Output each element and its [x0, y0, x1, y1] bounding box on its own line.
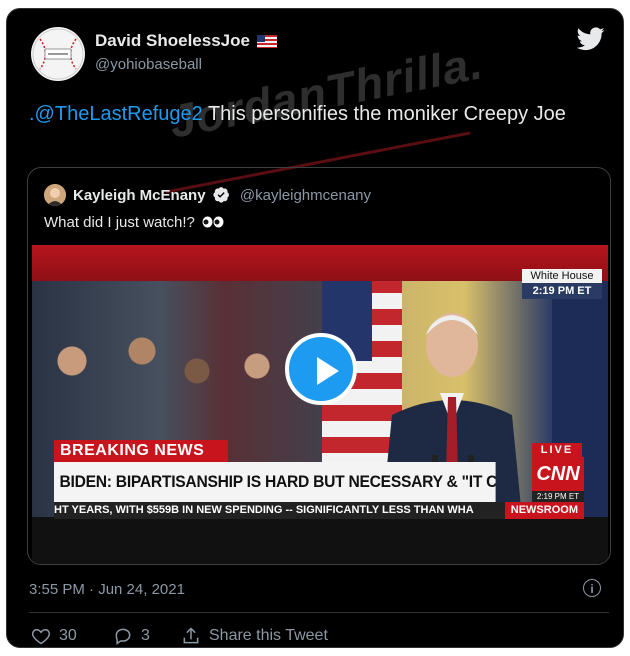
reply-icon [115, 628, 131, 645]
network-logo: CNN [532, 457, 584, 491]
live-badge: LIVE [532, 443, 582, 457]
watermark: JordanThrilla. [164, 36, 488, 148]
video-player[interactable]: White House 2:19 PM ET BREAKING NEWS LIV… [32, 245, 608, 564]
us-flag-icon [256, 35, 277, 49]
share-icon [183, 627, 199, 644]
tweet-body: This personifies the moniker Creepy Joe [202, 103, 566, 125]
display-name[interactable]: David ShoelessJoe [95, 31, 277, 51]
user-handle[interactable]: @yohiobaseball [95, 56, 202, 73]
eyes-emoji-icon [202, 216, 224, 228]
location-label: White House [522, 269, 602, 283]
tweet-timestamp[interactable]: 3:55 PM · Jun 24, 2021 [29, 581, 185, 598]
chyron-headline: BIDEN: BIPARTISANSHIP IS HARD BUT NECESS… [54, 462, 496, 502]
tweet-text: .@TheLastRefuge2 This personifies the mo… [29, 101, 599, 128]
avatar[interactable] [31, 27, 85, 81]
quoted-text: What did I just watch!? [44, 214, 224, 231]
ticker-text: HT YEARS, WITH $559B IN NEW SPENDING -- … [54, 504, 474, 516]
heart-icon [31, 628, 51, 645]
play-button[interactable] [285, 333, 357, 405]
quoted-tweet[interactable]: Kayleigh McEnany @kayleighmcenany What d… [27, 167, 611, 565]
quoted-display-name[interactable]: Kayleigh McEnany [73, 187, 206, 204]
reply-button[interactable]: 3 [113, 626, 150, 646]
share-button[interactable]: Share this Tweet [181, 626, 328, 646]
quoted-avatar-image [44, 184, 66, 206]
quoted-header: Kayleigh McEnany @kayleighmcenany [73, 186, 371, 204]
baseball-avatar-icon [32, 28, 84, 80]
mention-link[interactable]: .@TheLastRefuge2 [29, 103, 203, 125]
quoted-avatar[interactable] [44, 184, 66, 206]
news-ticker: HT YEARS, WITH $559B IN NEW SPENDING -- … [54, 502, 584, 519]
info-icon[interactable]: i [583, 579, 601, 597]
verified-icon [213, 187, 229, 203]
like-count: 30 [59, 627, 77, 644]
tweet-card: David ShoelessJoe @yohiobaseball JordanT… [6, 8, 624, 648]
divider [29, 612, 609, 613]
share-label: Share this Tweet [209, 627, 328, 644]
breaking-news-label: BREAKING NEWS [54, 440, 228, 462]
network-time: 2:19 PM ET [532, 491, 584, 502]
location-bug: White House 2:19 PM ET [522, 269, 602, 299]
quoted-handle[interactable]: @kayleighmcenany [240, 187, 371, 204]
reply-count: 3 [141, 627, 150, 644]
program-label: NEWSROOM [504, 502, 584, 519]
twitter-bird-icon[interactable] [577, 27, 605, 51]
like-button[interactable]: 30 [31, 626, 77, 646]
location-time: 2:19 PM ET [532, 285, 592, 297]
